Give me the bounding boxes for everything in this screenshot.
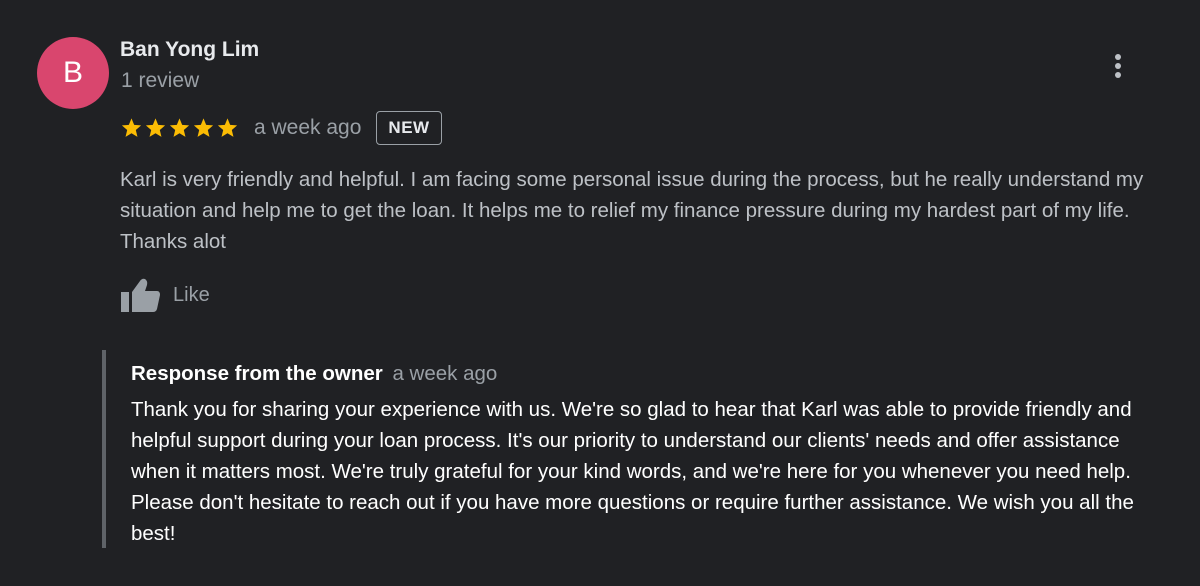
review-text: Karl is very friendly and helpful. I am … — [120, 168, 1144, 253]
star-rating — [120, 117, 239, 139]
star-icon — [193, 118, 214, 137]
review-card: B Ban Yong Lim 1 review a week ago NEW K… — [0, 0, 1200, 586]
star-icon — [121, 118, 142, 137]
owner-response: Response from the owner a week ago Thank… — [102, 350, 1181, 548]
review-count: 1 review — [121, 69, 200, 92]
more-options-button[interactable] — [1104, 50, 1132, 82]
star-icon — [217, 118, 238, 137]
response-text: Thank you for sharing your experience wi… — [131, 398, 1134, 545]
reviewer-name[interactable]: Ban Yong Lim — [120, 38, 259, 62]
avatar[interactable]: B — [37, 37, 109, 109]
star-icon — [169, 118, 190, 137]
star-icon — [145, 118, 166, 137]
thumbs-up-icon — [121, 278, 160, 312]
response-title: Response from the owner — [131, 362, 383, 385]
review-time: a week ago — [254, 116, 362, 139]
like-button[interactable]: Like — [120, 276, 210, 314]
new-badge: NEW — [376, 111, 442, 145]
like-label: Like — [173, 283, 210, 306]
response-time: a week ago — [392, 362, 498, 385]
response-header: Response from the owner a week ago — [131, 362, 497, 386]
rating-row: a week ago NEW — [120, 110, 442, 146]
more-vert-icon — [1115, 54, 1121, 78]
avatar-letter: B — [62, 56, 83, 89]
